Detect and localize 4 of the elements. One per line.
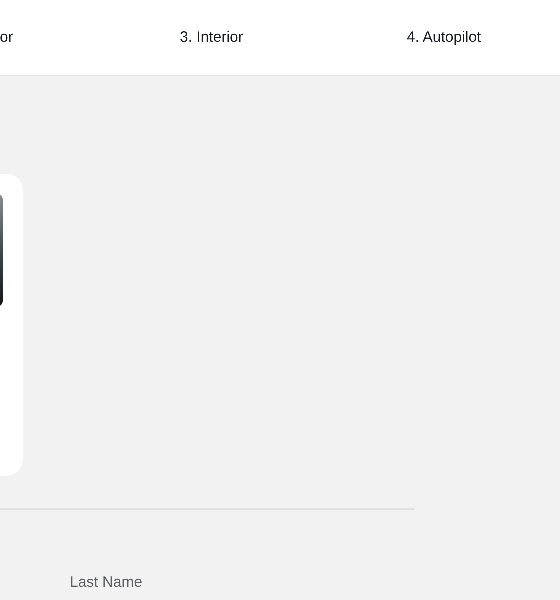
step-link[interactable]: 3. Interior <box>180 28 244 46</box>
step-link[interactable]: or <box>0 28 14 46</box>
step-link[interactable]: 4. Autopilot <box>407 28 482 46</box>
last-name-label: Last Name <box>70 574 143 591</box>
